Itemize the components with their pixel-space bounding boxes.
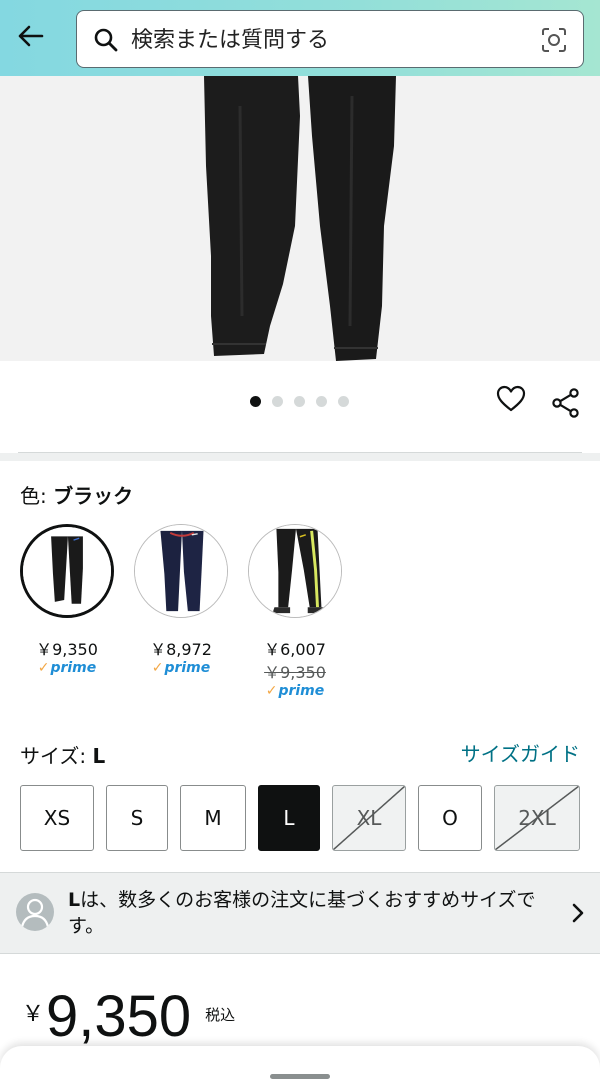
size-option-o[interactable]: O [418, 785, 482, 851]
recommended-size: L [68, 889, 81, 911]
product-image[interactable] [0, 76, 600, 361]
prime-text: prime [164, 660, 211, 676]
color-label: 色: [20, 484, 47, 508]
size-label: サイズ: [20, 744, 87, 768]
size-option-2xl[interactable]: 2XL [494, 785, 580, 851]
size-selected-value: L [92, 744, 106, 768]
carousel-dot[interactable] [316, 396, 327, 407]
carousel-dot[interactable] [338, 396, 349, 407]
prime-check-icon: ✓ [37, 660, 50, 676]
top-search-header [0, 0, 600, 76]
carousel-dot[interactable] [272, 396, 283, 407]
prime-text: prime [278, 683, 325, 699]
share-icon[interactable] [551, 388, 581, 418]
price-tax-note: 税込 [205, 1006, 236, 1024]
back-arrow-icon[interactable] [10, 16, 50, 56]
drag-handle[interactable] [270, 1074, 330, 1079]
price-amount: 9,350 [46, 984, 192, 1049]
color-heading: 色: ブラック [20, 480, 133, 509]
heart-icon[interactable] [496, 384, 526, 414]
prime-badge: ✓prime [12, 660, 122, 676]
size-option-l[interactable]: L [258, 785, 320, 851]
size-option-xl[interactable]: XL [332, 785, 406, 851]
search-icon [93, 27, 119, 57]
chevron-right-icon [572, 903, 584, 927]
pants-photo [0, 76, 600, 361]
size-guide-link[interactable]: サイズガイド [461, 738, 580, 767]
recommendation-message: は、数多くのお客様の注文に基づくおすすめサイズです。 [68, 889, 536, 937]
black-pants-thumbnail [23, 527, 111, 615]
color-swatch-navy[interactable] [134, 524, 228, 618]
prime-check-icon: ✓ [265, 683, 278, 699]
recommendation-text: Lは、数多くのお客様の注文に基づくおすすめサイズです。 [68, 887, 562, 939]
avatar-icon [16, 893, 54, 931]
carousel-dot[interactable] [250, 396, 261, 407]
prime-check-icon: ✓ [151, 660, 164, 676]
swatch-price: ￥9,350 [36, 640, 98, 659]
size-option-xs[interactable]: XS [20, 785, 94, 851]
swatch-price: ￥8,972 [150, 640, 212, 659]
bottom-sheet[interactable] [0, 1046, 600, 1080]
size-recommendation-bar[interactable]: Lは、数多くのお客様の注文に基づくおすすめサイズです。 [0, 872, 600, 954]
prime-text: prime [50, 660, 97, 676]
color-swatch-yellow-stripe[interactable] [248, 524, 342, 618]
swatch-list-price: ￥9,350 [264, 663, 326, 682]
navy-pants-thumbnail [135, 525, 227, 617]
color-swatch-black[interactable] [20, 524, 114, 618]
size-heading: サイズ: L [20, 740, 105, 769]
carousel-dot[interactable] [294, 396, 305, 407]
size-option-s[interactable]: S [106, 785, 168, 851]
price-display: ￥ 9,350 税込 [22, 982, 235, 1052]
yellow-stripe-pants-thumbnail [249, 525, 341, 617]
size-option-m[interactable]: M [180, 785, 246, 851]
camera-lens-icon[interactable] [541, 27, 567, 57]
prime-badge: ✓prime [126, 660, 236, 676]
swatch-price: ￥6,007 [264, 640, 326, 659]
price-currency: ￥ [22, 1002, 45, 1027]
carousel-indicator [250, 396, 349, 408]
section-gap [0, 453, 600, 461]
search-input[interactable] [131, 21, 511, 59]
prime-badge: ✓prime [240, 683, 350, 699]
color-selected-value: ブラック [53, 484, 134, 508]
search-box[interactable] [76, 10, 584, 68]
